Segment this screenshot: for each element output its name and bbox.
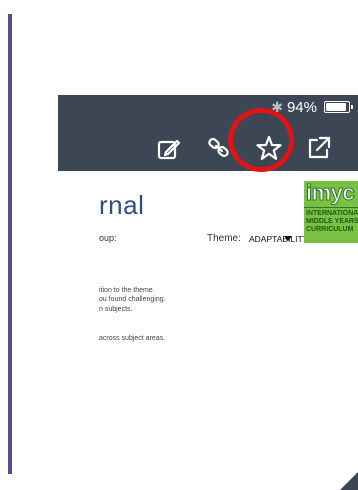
theme-label: Theme:	[207, 233, 241, 244]
app-toolbar: ✱ 94%	[58, 95, 358, 171]
battery-percent: 94%	[286, 98, 317, 116]
imyc-logo: imyc INTERNATIONAL MIDDLE YEARS CURRICUL…	[304, 181, 358, 243]
logo-line-1: INTERNATIONAL	[306, 210, 358, 217]
body-line: n subjects.	[99, 306, 133, 313]
edit-button[interactable]	[152, 131, 186, 165]
body-line: ou found challenging.	[99, 296, 166, 303]
open-external-button[interactable]	[302, 131, 336, 165]
page-corner	[340, 472, 358, 490]
body-line: across subject areas.	[99, 335, 166, 342]
edit-icon	[157, 139, 181, 160]
battery-icon	[324, 101, 353, 113]
theme-select[interactable]: ADAPTABILITY	[249, 234, 308, 244]
logo-line-3: CURRICULUM	[306, 226, 354, 233]
chevron-down-icon[interactable]	[284, 236, 292, 241]
group-label: oup:	[99, 233, 117, 243]
status-bar: ✱ 94%	[271, 98, 353, 116]
page-left-border	[8, 14, 12, 474]
document-title: rnal	[99, 190, 145, 220]
highlight-circle	[228, 108, 294, 172]
logo-line-2: MIDDLE YEARS	[306, 218, 358, 225]
logo-wordmark: imyc	[305, 181, 355, 205]
share-external-icon	[308, 136, 331, 159]
